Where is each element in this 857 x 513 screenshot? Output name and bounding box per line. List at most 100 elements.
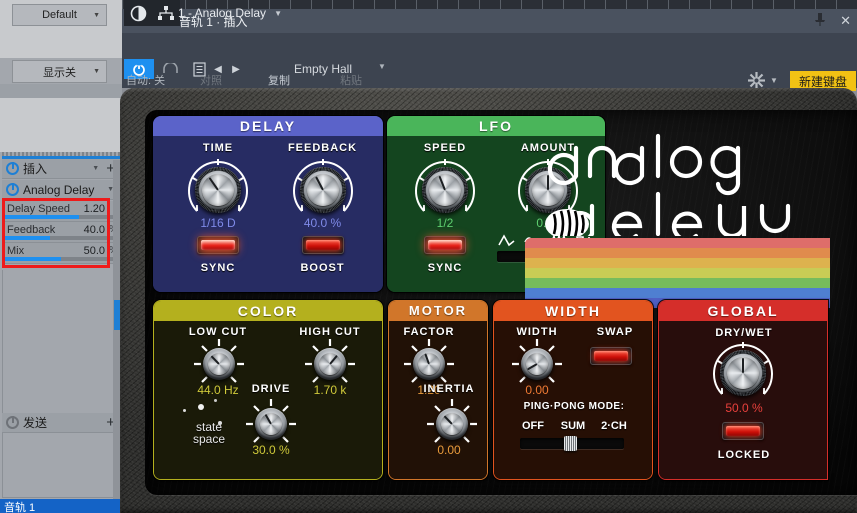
- param-slider-track[interactable]: [5, 215, 117, 219]
- param-name: Delay Speed: [7, 203, 70, 215]
- knob-label-speed: SPEED: [423, 142, 467, 154]
- button-sync-lfo[interactable]: [424, 236, 466, 254]
- badge-dot: [214, 399, 217, 402]
- param-value: 40.0: [83, 224, 105, 236]
- param-name: Mix: [7, 245, 25, 257]
- chevron-down-icon[interactable]: ▼: [378, 62, 386, 71]
- knob-label-drive: DRIVE: [251, 383, 291, 395]
- power-icon[interactable]: [6, 162, 19, 175]
- brand-logo: [540, 126, 830, 253]
- paste-button[interactable]: 粘贴: [340, 72, 362, 88]
- knob-value-inertia: 0.00: [437, 443, 461, 457]
- param-slider-fill: [5, 257, 61, 261]
- plugin-slot-dropdown[interactable]: 1 - Analog Delay ▼: [178, 1, 298, 25]
- panel-color: COLOR LOW CUT 44.0 Hz HIGH CUT 1.70 k DR…: [153, 300, 383, 480]
- badge-dot: [198, 404, 204, 410]
- routing-icon-button[interactable]: [152, 0, 180, 26]
- knob-high-cut[interactable]: [314, 348, 346, 380]
- power-icon[interactable]: [6, 183, 19, 196]
- knob-speed[interactable]: [422, 167, 468, 213]
- action-row: [122, 79, 857, 88]
- button-label-sync-lfo: SYNC: [427, 262, 463, 274]
- knob-value-drive: 30.0 %: [252, 443, 290, 457]
- automation-label[interactable]: 自动: 关: [126, 72, 165, 88]
- knob-width[interactable]: [521, 348, 553, 380]
- knob-value-width: 0.00: [525, 383, 549, 397]
- knob-label-width: WIDTH: [516, 326, 558, 338]
- panel-delay: DELAY TIME 1/16 D SYNC FEEDBACK 40.0 % B…: [153, 116, 383, 292]
- pingpong-option-sum[interactable]: SUM: [554, 420, 592, 432]
- default-preset-dropdown[interactable]: Default ▼: [12, 4, 107, 26]
- plugin-inner-faceplate: DELAY TIME 1/16 D SYNC FEEDBACK 40.0 % B…: [145, 110, 857, 495]
- badge-dot: [218, 421, 222, 425]
- param-value: 1.20: [83, 203, 105, 215]
- knob-label-feedback: FEEDBACK: [287, 142, 358, 154]
- next-preset-button[interactable]: ▶: [228, 60, 244, 78]
- sidebar-strip-2: [0, 30, 122, 58]
- knob-factor[interactable]: [413, 348, 445, 380]
- sidebar-lower-area: [2, 433, 120, 498]
- button-sync-delay[interactable]: [197, 236, 239, 254]
- panel-motor: MOTOR FACTOR 1.20 INERTIA 0.00: [388, 300, 488, 480]
- pin-icon[interactable]: [814, 12, 826, 31]
- param-row-feedback[interactable]: Feedback 40.0 %: [2, 222, 120, 243]
- pingpong-slider-thumb[interactable]: [564, 436, 577, 451]
- param-slider-track[interactable]: [5, 236, 117, 240]
- compare-button[interactable]: 对照: [200, 72, 222, 88]
- knob-label-high-cut: HIGH CUT: [299, 326, 361, 338]
- state-space-badge: state space: [180, 421, 238, 455]
- sends-label: 发送: [23, 416, 48, 430]
- panel-title: GLOBAL: [659, 301, 827, 321]
- button-swap[interactable]: [590, 347, 632, 365]
- button-boost[interactable]: [302, 236, 344, 254]
- knob-low-cut[interactable]: [203, 348, 235, 380]
- triangle-wave-icon: [498, 234, 515, 247]
- panel-title: DELAY: [153, 116, 383, 136]
- plugin-toolbar-row: [122, 33, 857, 59]
- power-icon[interactable]: [6, 416, 19, 429]
- app-window: Default ▼ 显示关 ▼ 插入 ▼ + Analog Delay ▼ De…: [0, 0, 857, 513]
- close-icon[interactable]: ✕: [840, 13, 851, 29]
- track-name-label[interactable]: 音轨 1: [0, 499, 122, 513]
- knob-drywet[interactable]: [720, 350, 766, 396]
- knob-value-drywet: 50.0 %: [725, 401, 763, 415]
- knob-drive[interactable]: [255, 408, 287, 440]
- pingpong-option-2ch[interactable]: 2·CH: [594, 420, 634, 432]
- sidebar-strip-4: [0, 98, 122, 152]
- button-locked[interactable]: [722, 422, 764, 440]
- chevron-down-icon: ▼: [93, 68, 100, 75]
- daw-sidebar: Default ▼ 显示关 ▼ 插入 ▼ + Analog Delay ▼ De…: [0, 0, 122, 513]
- display-mode-dropdown[interactable]: 显示关 ▼: [12, 60, 107, 83]
- knob-inertia[interactable]: [436, 408, 468, 440]
- plugin-name-label: Analog Delay: [23, 182, 95, 197]
- param-slider-track[interactable]: [5, 257, 117, 261]
- button-label-swap: SWAP: [596, 326, 634, 338]
- sends-section-header[interactable]: 发送 +: [2, 413, 120, 433]
- param-row-mix[interactable]: Mix 50.0 %: [2, 243, 120, 264]
- chevron-down-icon: ▼: [274, 8, 282, 18]
- sidebar-empty-area: [2, 270, 120, 413]
- default-preset-label: Default: [42, 9, 77, 21]
- knob-feedback[interactable]: [300, 167, 346, 213]
- knob-label-time: TIME: [202, 142, 234, 154]
- button-label-boost: BOOST: [300, 262, 345, 274]
- plugin-slot-row[interactable]: Analog Delay ▼: [2, 180, 120, 200]
- panel-width: WIDTH WIDTH 0.00 SWAP PING·PONG MODE: OF…: [493, 300, 653, 480]
- knob-time[interactable]: [195, 167, 241, 213]
- knob-value-speed: 1/2: [436, 216, 454, 230]
- chevron-down-icon[interactable]: ▼: [770, 76, 778, 85]
- panel-title: MOTOR: [389, 301, 487, 321]
- display-mode-label: 显示关: [43, 66, 76, 79]
- panel-title: COLOR: [154, 301, 382, 321]
- pingpong-option-off[interactable]: OFF: [516, 420, 550, 432]
- analog-delay-plugin-window: DELAY TIME 1/16 D SYNC FEEDBACK 40.0 % B…: [120, 88, 857, 513]
- bypass-icon-button[interactable]: [124, 0, 152, 26]
- rainbow-stripes: [525, 238, 830, 308]
- copy-button[interactable]: 复制: [268, 72, 290, 88]
- chevron-down-icon[interactable]: ▼: [92, 165, 99, 172]
- insert-section-header[interactable]: 插入 ▼ +: [2, 159, 120, 179]
- knob-value-feedback: 40.0 %: [303, 216, 342, 230]
- param-row-delay-speed[interactable]: Delay Speed 1.20: [2, 201, 120, 222]
- panel-global: GLOBAL DRY/WET 50.0 % LOCKED: [658, 300, 828, 480]
- panel-title: WIDTH: [494, 301, 652, 321]
